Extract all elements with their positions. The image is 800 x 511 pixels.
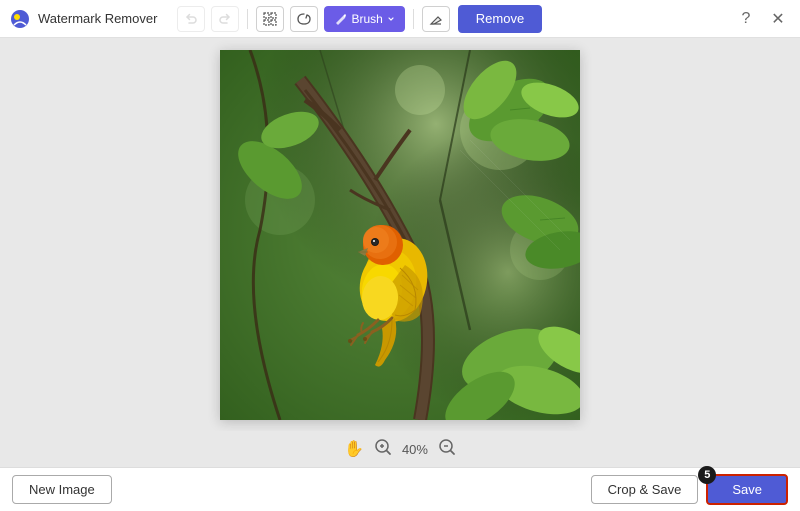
crop-save-button[interactable]: Crop & Save: [591, 475, 699, 504]
save-button-wrapper: 5 Save: [706, 474, 788, 505]
zoom-in-icon[interactable]: [374, 438, 392, 461]
remove-button[interactable]: Remove: [458, 5, 542, 33]
bottom-right-actions: Crop & Save 5 Save: [591, 474, 788, 505]
new-image-button[interactable]: New Image: [12, 475, 112, 504]
redo-button[interactable]: [211, 6, 239, 32]
canvas-area: [0, 38, 800, 431]
brush-tool-button[interactable]: Brush: [324, 6, 404, 32]
separator: [247, 9, 248, 29]
bird-image: [220, 50, 580, 420]
help-button[interactable]: ?: [734, 7, 758, 31]
separator2: [413, 9, 414, 29]
brush-icon: [334, 12, 347, 25]
bottom-bar: New Image Crop & Save 5 Save: [0, 467, 800, 511]
help-icon: ?: [742, 10, 751, 28]
image-container: [220, 50, 580, 420]
lasso-tool-button[interactable]: [290, 6, 318, 32]
zoom-bar: ✋ 40%: [0, 431, 800, 467]
selection-tool-button[interactable]: [256, 6, 284, 32]
app-title: Watermark Remover: [38, 11, 157, 26]
undo-icon: [184, 12, 198, 26]
undo-button[interactable]: [177, 6, 205, 32]
zoom-level: 40%: [402, 442, 428, 457]
selection-icon: [262, 11, 278, 27]
title-right: ? ✕: [734, 7, 790, 31]
erase-tool-button[interactable]: [422, 6, 450, 32]
eraser-icon: [428, 11, 444, 27]
title-left: Watermark Remover: [10, 5, 542, 33]
chevron-down-icon: [387, 15, 395, 23]
redo-icon: [218, 12, 232, 26]
title-bar: Watermark Remover: [0, 0, 800, 38]
app-logo-icon: [10, 9, 30, 29]
close-button[interactable]: ✕: [766, 7, 790, 31]
brush-label: Brush: [351, 12, 382, 26]
lasso-icon: [296, 11, 312, 27]
hand-tool-icon[interactable]: ✋: [344, 439, 364, 459]
close-icon: ✕: [771, 9, 784, 29]
save-button[interactable]: Save: [706, 474, 788, 505]
toolbar: Brush: [177, 6, 449, 32]
zoom-out-icon[interactable]: [438, 438, 456, 461]
